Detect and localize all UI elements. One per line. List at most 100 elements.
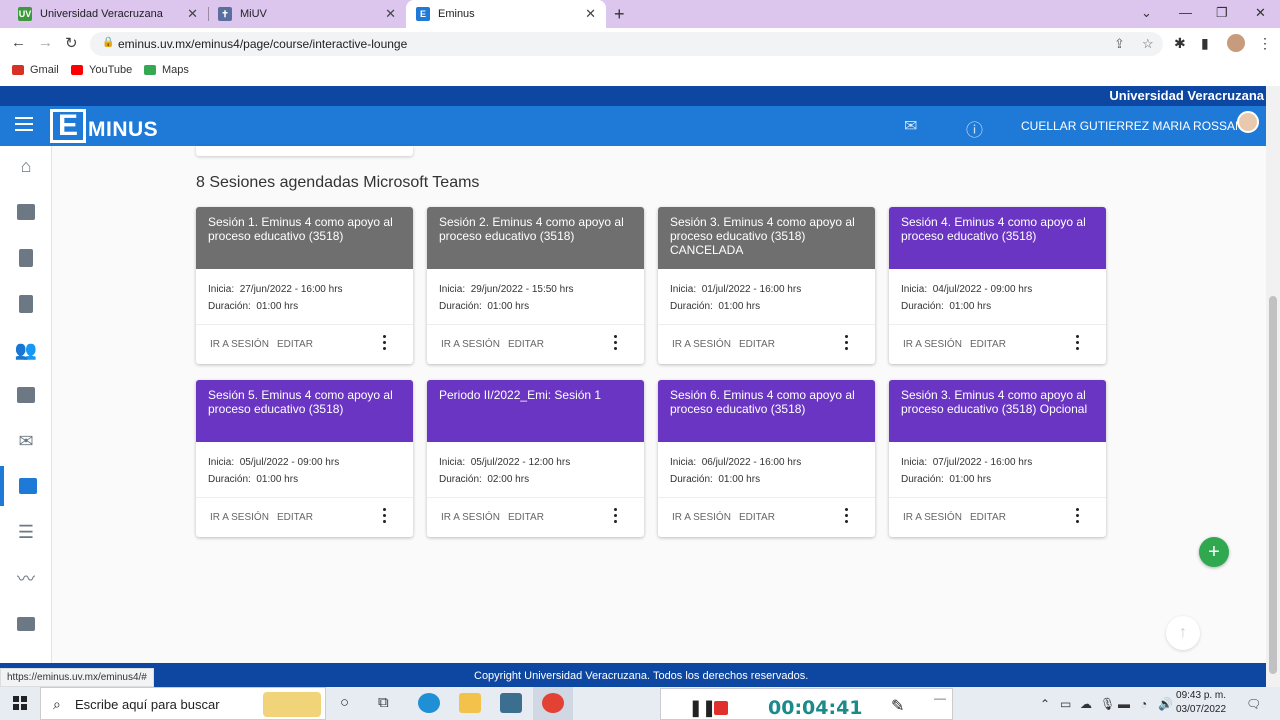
sidebar-item-interactive-lounge[interactable] bbox=[0, 466, 52, 506]
gmail-icon bbox=[12, 65, 24, 75]
eminus-logo[interactable]: E MINUS bbox=[50, 109, 158, 143]
go-to-session-button[interactable]: IR A SESIÓN bbox=[672, 512, 731, 523]
more-options-icon[interactable] bbox=[383, 335, 387, 353]
tab-search-icon[interactable]: ⌄ bbox=[1141, 5, 1152, 21]
back-icon[interactable]: ← bbox=[11, 34, 26, 51]
start-value: 05/jul/2022 - 09:00 hrs bbox=[239, 457, 340, 468]
more-options-icon[interactable] bbox=[1076, 335, 1080, 353]
more-options-icon[interactable] bbox=[614, 508, 618, 526]
start-value: 01/jul/2022 - 16:00 hrs bbox=[701, 284, 802, 295]
forward-icon[interactable]: → bbox=[38, 34, 53, 51]
tab-universidad-veracruzana[interactable]: UV Universidad Veracruzana ✕ bbox=[8, 0, 208, 28]
system-clock[interactable]: 09:43 p. m. 03/07/2022 bbox=[1176, 689, 1226, 717]
user-name[interactable]: CUELLAR GUTIERREZ MARIA ROSSANA bbox=[1021, 119, 1252, 133]
go-to-session-button[interactable]: IR A SESIÓN bbox=[441, 512, 500, 523]
edit-session-button[interactable]: EDITAR bbox=[739, 339, 775, 350]
sidebar-item-forum[interactable] bbox=[0, 375, 52, 415]
more-options-icon[interactable] bbox=[1076, 508, 1080, 526]
address-bar[interactable]: 🔒 eminus.uv.mx/eminus4/page/course/inter… bbox=[90, 32, 1163, 56]
pause-icon[interactable]: ❚❚ bbox=[689, 698, 716, 718]
more-options-icon[interactable] bbox=[845, 335, 849, 353]
chrome-taskbar-active[interactable] bbox=[533, 687, 573, 720]
go-to-session-button[interactable]: IR A SESIÓN bbox=[672, 339, 731, 350]
reload-icon[interactable]: ↻ bbox=[65, 34, 78, 52]
go-to-session-button[interactable]: IR A SESIÓN bbox=[210, 339, 269, 350]
sidebar-item-dashboard[interactable] bbox=[0, 192, 52, 232]
edit-session-button[interactable]: EDITAR bbox=[970, 339, 1006, 350]
help-icon[interactable]: ⓘ bbox=[966, 116, 983, 141]
volume-icon[interactable]: 🔊 bbox=[1158, 697, 1173, 711]
microphone-icon[interactable]: 🎙 bbox=[1100, 697, 1115, 711]
start-value: 27/jun/2022 - 16:00 hrs bbox=[239, 284, 343, 295]
notifications-icon[interactable]: 🗨 bbox=[1246, 697, 1261, 711]
session-start: Inicia: 01/jul/2022 - 16:00 hrs bbox=[670, 281, 863, 298]
minimize-icon[interactable]: — bbox=[1179, 5, 1192, 20]
windows-start-icon[interactable] bbox=[13, 696, 27, 710]
scrollbar-thumb[interactable] bbox=[1269, 296, 1277, 674]
go-to-session-button[interactable]: IR A SESIÓN bbox=[210, 512, 269, 523]
more-options-icon[interactable] bbox=[845, 508, 849, 526]
stop-record-icon[interactable] bbox=[714, 701, 728, 715]
edit-session-button[interactable]: EDITAR bbox=[508, 512, 544, 523]
go-to-session-button[interactable]: IR A SESIÓN bbox=[903, 512, 962, 523]
more-options-icon[interactable] bbox=[383, 508, 387, 526]
sidebar-item-assignments[interactable] bbox=[0, 238, 52, 278]
share-icon[interactable]: ⇪ bbox=[1114, 36, 1125, 52]
sidebar-item-list[interactable]: ☰ bbox=[0, 512, 52, 552]
edit-session-button[interactable]: EDITAR bbox=[277, 512, 313, 523]
page-scrollbar[interactable] bbox=[1266, 86, 1280, 687]
close-tab-icon[interactable]: ✕ bbox=[385, 6, 396, 22]
edit-session-button[interactable]: EDITAR bbox=[508, 339, 544, 350]
sidebar-item-stats[interactable]: 〰 bbox=[0, 558, 52, 598]
new-tab-icon[interactable]: + bbox=[614, 4, 625, 25]
profile-avatar[interactable] bbox=[1227, 34, 1245, 52]
wifi-icon[interactable]: ◔ bbox=[1140, 697, 1147, 711]
tray-chevron-icon[interactable]: ⌃ bbox=[1040, 697, 1050, 711]
youtube-icon bbox=[71, 65, 83, 75]
side-panel-icon[interactable]: ▮ bbox=[1201, 35, 1209, 52]
sidebar-item-home[interactable]: ⌂ bbox=[0, 146, 52, 186]
more-options-icon[interactable] bbox=[614, 335, 618, 353]
restore-icon[interactable]: ❐ bbox=[1216, 5, 1228, 21]
file-explorer-icon[interactable] bbox=[459, 693, 481, 713]
minimize-recorder-icon[interactable]: — bbox=[934, 691, 946, 705]
browser-menu-icon[interactable]: ⋮ bbox=[1258, 35, 1272, 52]
mail-icon[interactable]: ✉ bbox=[904, 116, 917, 136]
forum-icon bbox=[17, 387, 35, 403]
edit-session-button[interactable]: EDITAR bbox=[277, 339, 313, 350]
add-session-button[interactable]: + bbox=[1199, 537, 1229, 567]
close-tab-icon[interactable]: ✕ bbox=[585, 6, 596, 22]
extensions-icon[interactable]: ✱ bbox=[1174, 35, 1186, 52]
user-avatar[interactable] bbox=[1237, 111, 1259, 133]
sidebar-item-mail[interactable]: ✉ bbox=[0, 421, 52, 461]
onedrive-icon[interactable]: ☁ bbox=[1080, 697, 1092, 711]
close-tab-icon[interactable]: ✕ bbox=[187, 6, 198, 22]
pen-icon[interactable]: ✎ bbox=[891, 696, 904, 716]
tab-miuv[interactable]: ✝ MiUV ✕ bbox=[208, 0, 406, 28]
bookmark-youtube[interactable]: YouTube bbox=[71, 64, 132, 76]
taskbar-search[interactable]: ⌕ Escribe aquí para buscar bbox=[40, 687, 326, 720]
session-duration: Duración: 01:00 hrs bbox=[901, 471, 1094, 488]
scroll-to-top-button[interactable]: ↑ bbox=[1166, 616, 1200, 650]
edit-session-button[interactable]: EDITAR bbox=[739, 512, 775, 523]
meet-icon[interactable]: ▭ bbox=[1060, 697, 1071, 711]
battery-icon[interactable]: ▬ bbox=[1118, 697, 1130, 711]
sidebar-item-content[interactable] bbox=[0, 284, 52, 324]
sidebar-item-guide[interactable] bbox=[0, 604, 52, 644]
duration-value: 01:00 hrs bbox=[949, 301, 992, 312]
edit-session-button[interactable]: EDITAR bbox=[970, 512, 1006, 523]
tab-eminus[interactable]: E Eminus ✕ bbox=[406, 0, 606, 28]
task-view-icon[interactable]: ⧉ bbox=[378, 694, 389, 711]
go-to-session-button[interactable]: IR A SESIÓN bbox=[441, 339, 500, 350]
go-to-session-button[interactable]: IR A SESIÓN bbox=[903, 339, 962, 350]
sidebar-item-participants[interactable]: 👥 bbox=[0, 330, 52, 370]
bookmark-maps[interactable]: Maps bbox=[144, 64, 189, 76]
menu-hamburger-icon[interactable] bbox=[15, 117, 33, 135]
bookmark-gmail[interactable]: Gmail bbox=[12, 64, 59, 76]
session-duration: Duración: 01:00 hrs bbox=[439, 298, 632, 315]
close-window-icon[interactable]: ✕ bbox=[1255, 5, 1266, 21]
cortana-icon[interactable]: ○ bbox=[340, 694, 349, 711]
recorder-app-icon[interactable] bbox=[500, 693, 522, 713]
bookmark-star-icon[interactable]: ☆ bbox=[1142, 36, 1154, 52]
edge-icon[interactable] bbox=[418, 693, 440, 713]
